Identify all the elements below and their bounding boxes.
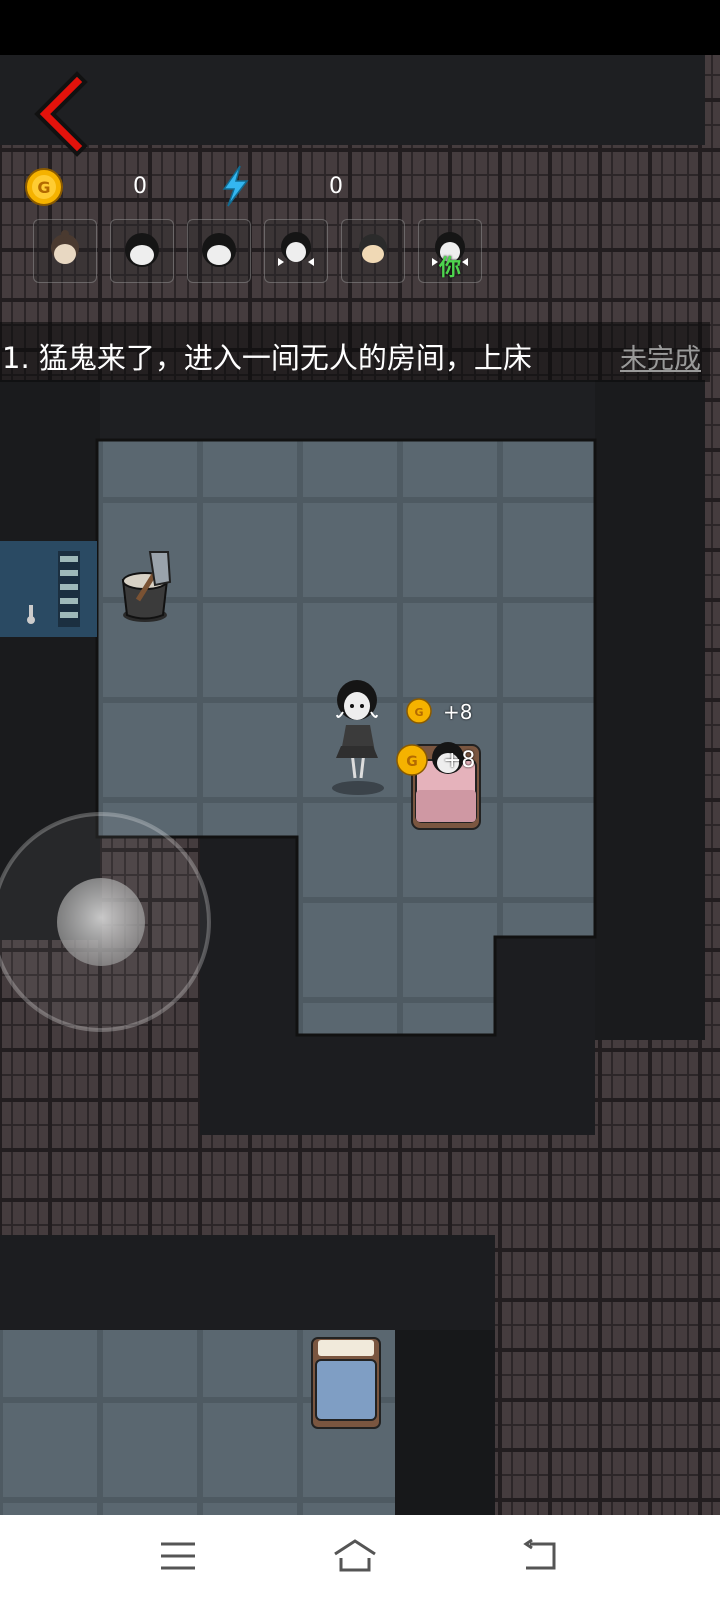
home-icon (334, 1539, 376, 1572)
player-avatar[interactable] (110, 219, 174, 283)
svg-text:G: G (406, 754, 418, 770)
blue-bed-icon[interactable] (311, 1337, 381, 1429)
energy-value: 0 (329, 174, 343, 199)
door-handle-icon (27, 616, 35, 624)
room-door[interactable] (0, 541, 97, 637)
door-slat (60, 570, 78, 576)
coin-pickup[interactable]: G (396, 744, 428, 776)
door-slat (60, 612, 78, 618)
home-button[interactable] (332, 1538, 376, 1574)
boy-avatar-icon (359, 234, 387, 263)
twin-tail-girl-avatar-icon (278, 232, 314, 266)
player-avatar-self[interactable]: 你 (418, 219, 482, 283)
energy-counter (220, 165, 250, 207)
coin-value: 0 (133, 174, 147, 199)
player-avatar[interactable] (33, 219, 97, 283)
dark-corridor-top (0, 55, 705, 145)
red-back-arrow-icon (34, 71, 88, 157)
gold-coin-icon: G (25, 168, 63, 206)
svg-text:G: G (414, 706, 423, 719)
gold-coin-icon: G (406, 698, 432, 724)
virtual-joystick[interactable] (0, 812, 211, 1032)
door-slat (60, 584, 78, 590)
back-icon (523, 1538, 556, 1570)
dark-corridor-lower-right (395, 1330, 495, 1515)
task-status[interactable]: 未完成 (620, 337, 701, 376)
dark-corridor-right (595, 380, 705, 1040)
door-slat (60, 598, 78, 604)
girl-avatar-icon (51, 230, 79, 264)
svg-text:G: G (37, 178, 50, 197)
player-avatar[interactable] (187, 219, 251, 283)
joystick-knob[interactable] (57, 878, 145, 966)
gold-coin-icon: G (396, 744, 428, 776)
coin-bonus-label: +8 (443, 700, 473, 724)
player-avatar[interactable] (341, 219, 405, 283)
menu-icon (161, 1542, 195, 1570)
task-text: 1. 猛鬼来了，进入一间无人的房间，上床 (2, 341, 532, 375)
back-button[interactable] (27, 70, 89, 158)
door-slat (60, 556, 78, 562)
coin-counter: G (24, 167, 64, 207)
lightning-bolt-icon (222, 165, 249, 207)
door-handle-bar (29, 605, 33, 617)
status-bar (0, 0, 720, 55)
you-label: 你 (439, 256, 462, 281)
back-nav-button[interactable] (520, 1538, 560, 1574)
player-avatar[interactable] (264, 219, 328, 283)
coin-bonus-label: +8 (443, 748, 476, 773)
ghost-avatar-icon (125, 233, 159, 267)
menu-button[interactable] (158, 1538, 198, 1574)
ghost-avatar-icon (202, 233, 236, 267)
coin-pickup[interactable]: G (406, 698, 432, 724)
